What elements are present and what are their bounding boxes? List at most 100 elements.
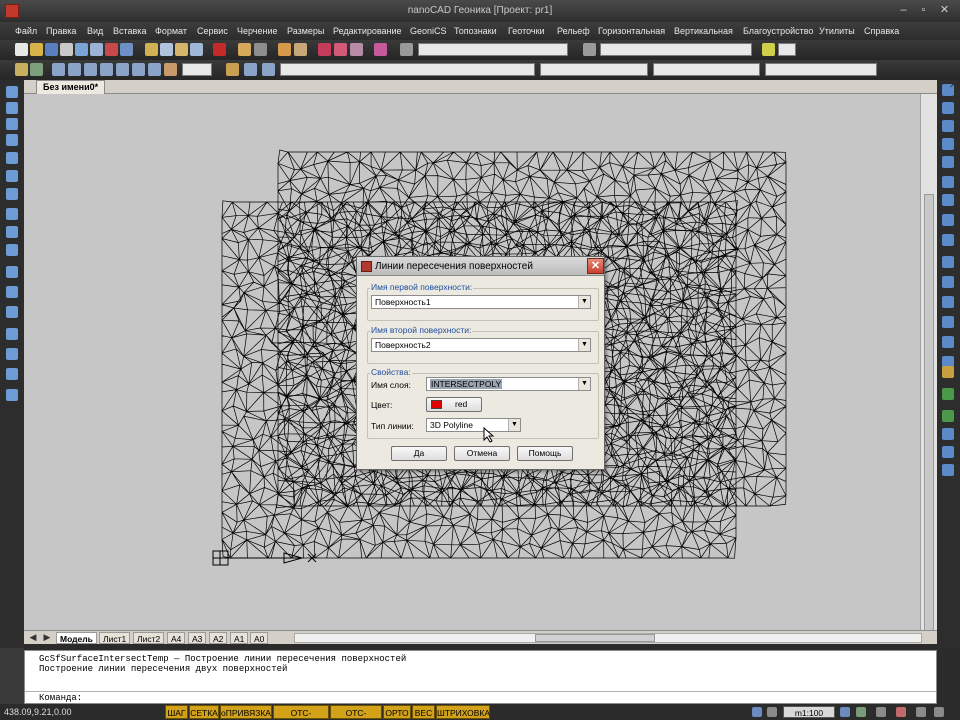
edit-spline-icon[interactable] xyxy=(942,410,954,422)
rotate-icon[interactable] xyxy=(942,194,954,206)
layer-previous-icon[interactable] xyxy=(226,63,239,76)
mirror-icon[interactable] xyxy=(942,120,954,132)
tab-a4[interactable]: A4 xyxy=(167,632,186,644)
chamfer-icon[interactable] xyxy=(942,336,954,348)
minimize-icon[interactable]: – xyxy=(898,5,909,16)
line-icon[interactable] xyxy=(6,86,18,98)
publish-icon[interactable] xyxy=(90,43,103,56)
otrack-toggle[interactable]: ОТС-ОБЪЕКТ xyxy=(273,705,329,719)
lineweight-combo[interactable] xyxy=(653,63,760,76)
layout-icon[interactable] xyxy=(767,707,777,717)
pan-icon[interactable] xyxy=(278,43,291,56)
match-properties-icon[interactable] xyxy=(190,43,203,56)
cancel-button[interactable]: Отмена xyxy=(454,446,510,461)
second-surface-select[interactable]: Поверхность2 ▼ xyxy=(371,338,591,352)
linetype-select[interactable]: 3D Polyline ▼ xyxy=(426,418,521,432)
edit-text-icon[interactable] xyxy=(942,446,954,458)
polyline-icon[interactable] xyxy=(6,118,18,130)
make-current-icon[interactable] xyxy=(244,63,257,76)
region-icon[interactable] xyxy=(6,348,18,360)
tab-a1[interactable]: A1 xyxy=(230,632,249,644)
color-combo[interactable] xyxy=(280,63,535,76)
first-tab-icon[interactable]: ◀ xyxy=(28,632,38,643)
tab-a0[interactable]: A0 xyxy=(250,632,269,644)
chevron-down-icon[interactable]: ▼ xyxy=(578,378,590,390)
select-crossing-icon[interactable] xyxy=(100,63,113,76)
quick-select-icon[interactable] xyxy=(68,63,81,76)
ortho-toggle[interactable]: ОРТО xyxy=(383,705,411,719)
circle-icon[interactable] xyxy=(6,188,18,200)
close-icon[interactable]: ✕ xyxy=(939,5,950,16)
offset-icon[interactable] xyxy=(942,138,954,150)
hatch-icon[interactable] xyxy=(6,328,18,340)
menu-file[interactable]: Файл xyxy=(15,26,37,36)
menu-topo-signs[interactable]: Топознаки xyxy=(454,26,497,36)
print-icon[interactable] xyxy=(60,43,73,56)
menu-edit[interactable]: Правка xyxy=(46,26,76,36)
tab-model[interactable]: Модель xyxy=(56,632,97,644)
menu-service[interactable]: Сервис xyxy=(197,26,228,36)
command-prompt[interactable]: Команда: xyxy=(39,693,82,703)
tab-sheet1[interactable]: Лист1 xyxy=(99,632,131,644)
undo-icon[interactable] xyxy=(238,43,251,56)
save-icon[interactable] xyxy=(45,43,58,56)
dim-style-icon[interactable] xyxy=(583,43,596,56)
zoom-realtime-icon[interactable] xyxy=(294,43,307,56)
delete-icon[interactable] xyxy=(213,43,226,56)
zoom-previous-icon[interactable] xyxy=(334,43,347,56)
layer-match-icon[interactable] xyxy=(262,63,275,76)
menu-vertical[interactable]: Вертикальная xyxy=(674,26,733,36)
text-style-icon[interactable] xyxy=(400,43,413,56)
plot-icon[interactable] xyxy=(105,43,118,56)
model-space-icon[interactable] xyxy=(752,707,762,717)
command-line[interactable]: GcSfSurfaceIntersectTemp — Построение ли… xyxy=(24,650,937,704)
layer-name-select[interactable]: INTERSECTPOLY ▼ xyxy=(426,377,591,391)
menu-geopoints[interactable]: Геоточки xyxy=(508,26,545,36)
redo-icon[interactable] xyxy=(254,43,267,56)
make-block-icon[interactable] xyxy=(6,286,18,298)
multiline-text-icon[interactable] xyxy=(6,389,18,401)
menu-draw[interactable]: Черчение xyxy=(237,26,278,36)
erase-icon[interactable] xyxy=(374,43,387,56)
workspace-icon[interactable] xyxy=(876,707,886,717)
autoscale-icon[interactable] xyxy=(856,707,866,717)
insert-block-icon[interactable] xyxy=(6,266,18,278)
osnap-toggle[interactable]: оПРИВЯЗКА xyxy=(220,705,272,719)
menu-help[interactable]: Справка xyxy=(864,26,899,36)
tab-a2[interactable]: A2 xyxy=(209,632,228,644)
plot-style-combo[interactable] xyxy=(765,63,877,76)
group-icon[interactable] xyxy=(164,63,177,76)
lock-icon[interactable] xyxy=(896,707,906,717)
break-icon[interactable] xyxy=(942,296,954,308)
tab-sheet2[interactable]: Лист2 xyxy=(133,632,165,644)
copy-tool-icon[interactable] xyxy=(942,102,954,114)
ok-button[interactable]: Да xyxy=(391,446,447,461)
text-style-combo[interactable] xyxy=(418,43,568,56)
rectangle-icon[interactable] xyxy=(6,152,18,164)
select-window-icon[interactable] xyxy=(84,63,97,76)
table-icon[interactable] xyxy=(6,368,18,380)
properties-icon[interactable] xyxy=(120,43,133,56)
annotation-scale[interactable]: m1:100 xyxy=(783,706,835,718)
select-fence-icon[interactable] xyxy=(116,63,129,76)
polar-toggle[interactable]: ОТС-ПОЛЯР xyxy=(330,705,382,719)
explode-icon[interactable] xyxy=(942,366,954,378)
lineweight-toggle[interactable]: ВЕС xyxy=(412,705,435,719)
copy-icon[interactable] xyxy=(160,43,173,56)
clean-screen-icon[interactable] xyxy=(934,707,944,717)
zoom-extents-icon[interactable] xyxy=(350,43,363,56)
menu-view[interactable]: Вид xyxy=(87,26,103,36)
color-button[interactable]: red xyxy=(426,397,482,412)
paste-icon[interactable] xyxy=(175,43,188,56)
toolbar-lock-icon[interactable] xyxy=(916,707,926,717)
document-tab[interactable]: Без имени0* xyxy=(36,80,106,94)
layers-manager-icon[interactable] xyxy=(15,63,28,76)
edit-hatch-icon[interactable] xyxy=(942,428,954,440)
new-file-icon[interactable] xyxy=(15,43,28,56)
ray-icon[interactable] xyxy=(6,102,18,114)
menu-insert[interactable]: Вставка xyxy=(113,26,146,36)
open-file-icon[interactable] xyxy=(30,43,43,56)
revision-cloud-icon[interactable] xyxy=(6,208,18,220)
table-style-combo[interactable] xyxy=(778,43,796,56)
vertical-scrollbar[interactable] xyxy=(920,94,937,634)
